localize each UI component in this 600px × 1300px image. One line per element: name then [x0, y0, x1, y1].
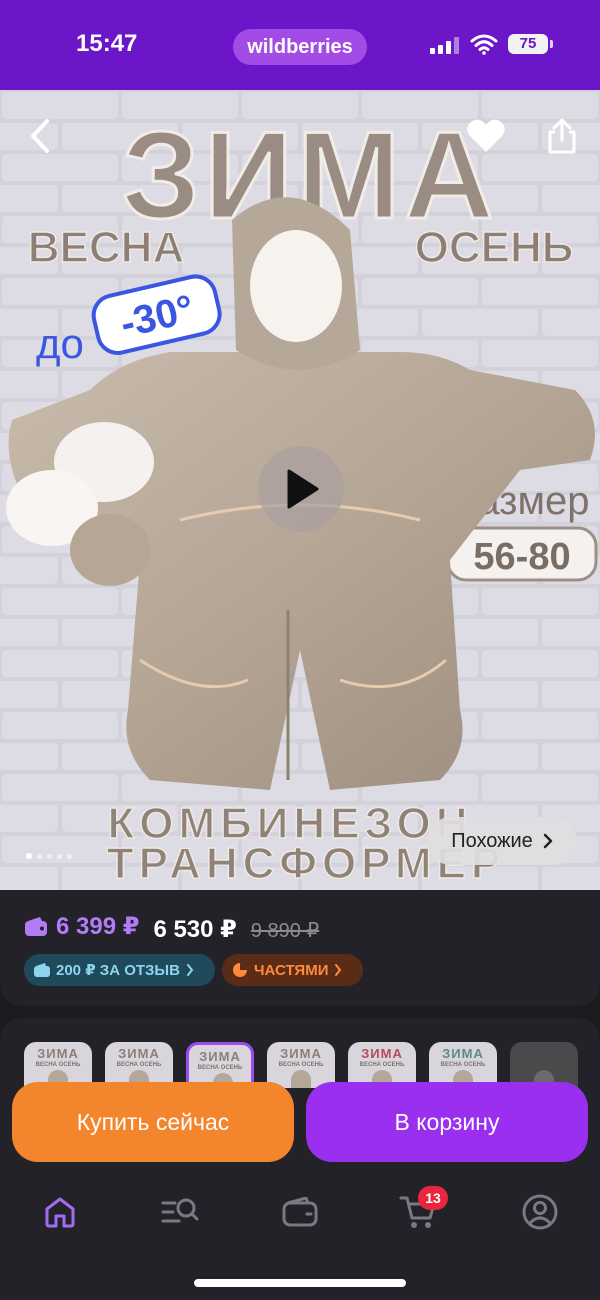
- tab-catalog[interactable]: [148, 1180, 212, 1244]
- price-panel: 6 399 ₽ 6 530 ₽ 9 890 ₽ 200 ₽ ЗА ОТЗЫВ Ч…: [0, 890, 600, 1006]
- wallet-price[interactable]: 6 399 ₽: [24, 912, 139, 941]
- tab-profile[interactable]: [508, 1180, 572, 1244]
- tab-bar: [0, 1180, 600, 1246]
- slide-dot: [47, 853, 52, 859]
- tab-home[interactable]: [28, 1180, 92, 1244]
- installments-label: ЧАСТЯМИ: [254, 961, 329, 979]
- wallet-price-value: 6 399 ₽: [56, 913, 140, 940]
- status-time: 15:47: [76, 30, 138, 57]
- heart-icon: [467, 119, 505, 152]
- similar-products-button[interactable]: Похожие: [427, 817, 577, 865]
- add-to-cart-button[interactable]: В корзину: [306, 1082, 588, 1162]
- thumbnail-sub: ВЕСНА ОСЕНЬ: [35, 1062, 81, 1068]
- installments-badge[interactable]: ЧАСТЯМИ: [222, 954, 363, 986]
- thumbnail-sub: ВЕСНА ОСЕНЬ: [116, 1062, 162, 1068]
- thumbnail-word: ЗИМА: [442, 1046, 484, 1061]
- signal-icon: [430, 36, 460, 54]
- buy-now-button[interactable]: Купить сейчас: [12, 1082, 294, 1162]
- profile-icon: [522, 1194, 558, 1230]
- status-bar: 15:47 wildberries 75: [0, 0, 600, 90]
- wallet-icon: [25, 916, 47, 936]
- cart-badge: 13: [418, 1186, 448, 1210]
- thumbnail-sub: ВЕСНА ОСЕНЬ: [359, 1062, 405, 1068]
- thumbnail-word: ЗИМА: [199, 1049, 241, 1064]
- share-button[interactable]: [538, 110, 586, 162]
- battery-tip: [550, 40, 553, 48]
- favorite-button[interactable]: [462, 112, 510, 160]
- review-bonus-label: 200 ₽ ЗА ОТЗЫВ: [56, 962, 180, 979]
- wallet-icon: [282, 1197, 318, 1227]
- thumbnail-word: ЗИМА: [37, 1046, 79, 1061]
- brand-logo: wildberries: [233, 29, 367, 65]
- banner-right-season: ОСЕНЬ: [415, 223, 574, 272]
- thumbnail-sub: ВЕСНА ОСЕНЬ: [440, 1062, 486, 1068]
- back-button[interactable]: [18, 110, 62, 162]
- chevron-right-icon: [543, 833, 553, 849]
- thumbnail-sub: ВЕСНА ОСЕНЬ: [197, 1065, 243, 1071]
- home-icon: [45, 1197, 75, 1228]
- slide-indicator: [26, 852, 72, 860]
- share-icon: [548, 118, 576, 154]
- chevron-right-icon: [335, 964, 342, 976]
- thumbnail-word: ЗИМА: [361, 1046, 403, 1061]
- product-gallery[interactable]: ЗИМА ВЕСНА ОСЕНЬ до -30° Размер 56-80 КО…: [0, 90, 600, 890]
- banner-left-season: ВЕСНА: [28, 223, 184, 272]
- play-video-button[interactable]: [258, 446, 344, 532]
- banner-size-range: 56-80: [473, 536, 570, 578]
- slide-dot: [57, 853, 62, 859]
- wallet-small-icon: [34, 963, 50, 977]
- similar-label: Похожие: [451, 829, 533, 852]
- purchase-actions: Купить сейчас В корзину: [12, 1082, 588, 1162]
- banner-temp-prefix: до: [36, 320, 84, 367]
- slide-dot: [67, 853, 72, 859]
- current-price: 6 530 ₽: [153, 915, 237, 943]
- price-row: 6 399 ₽ 6 530 ₽ 9 890 ₽: [24, 912, 319, 944]
- back-icon: [31, 119, 49, 153]
- old-price: 9 890 ₽: [250, 919, 320, 942]
- chevron-right-icon: [186, 964, 194, 976]
- pie-chart-icon: [233, 963, 247, 977]
- slide-dot: [26, 853, 32, 859]
- review-bonus-badge[interactable]: 200 ₽ ЗА ОТЗЫВ: [24, 954, 215, 986]
- play-icon: [287, 469, 319, 509]
- catalog-search-icon: [161, 1198, 199, 1223]
- tab-wallet[interactable]: [268, 1180, 332, 1244]
- wifi-icon: [470, 34, 498, 55]
- thumbnail-word: ЗИМА: [280, 1046, 322, 1061]
- battery-icon: 75: [508, 34, 548, 54]
- home-indicator[interactable]: [194, 1279, 406, 1287]
- thumbnail-word: ЗИМА: [118, 1046, 160, 1061]
- slide-dot: [37, 853, 42, 859]
- thumbnail-sub: ВЕСНА ОСЕНЬ: [278, 1062, 324, 1068]
